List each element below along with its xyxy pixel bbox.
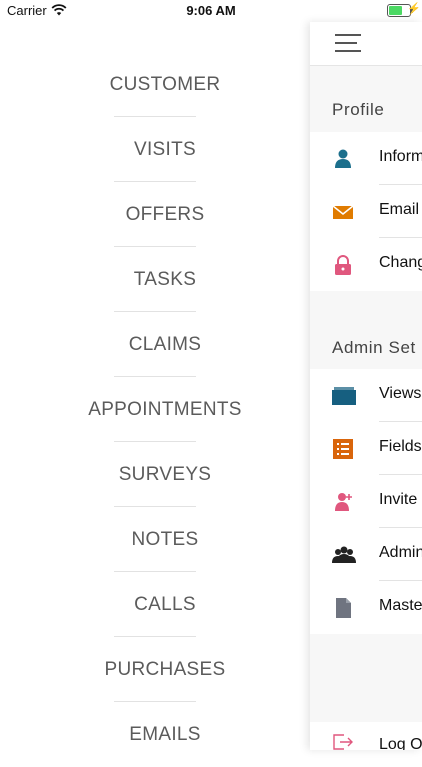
folder-icon — [332, 385, 356, 407]
menu-item-visits[interactable]: VISITS — [0, 117, 330, 182]
profile-email-row[interactable]: Email — [310, 185, 422, 238]
menu-item-notes[interactable]: NOTES — [0, 507, 330, 572]
users-icon — [332, 544, 356, 566]
master-data-label: Maste — [379, 597, 422, 614]
panel-header — [310, 22, 422, 66]
menu-item-tasks[interactable]: TASKS — [0, 247, 330, 312]
profile-section-title: Profile — [332, 100, 385, 119]
logout-label: Log O — [379, 736, 422, 750]
settings-panel: Profile Inform Email Chang Admin Set Vie… — [310, 22, 422, 750]
logout-row[interactable]: Log O — [310, 722, 422, 750]
fields-row[interactable]: Fields — [310, 422, 422, 475]
person-icon — [332, 148, 354, 170]
admins-row[interactable]: Admin — [310, 528, 422, 581]
lock-icon — [332, 254, 354, 276]
logout-icon — [332, 734, 354, 750]
views-label: Views — [379, 385, 422, 402]
views-row[interactable]: Views — [310, 369, 422, 422]
invite-row[interactable]: Invite — [310, 475, 422, 528]
profile-email-label: Email — [379, 201, 420, 218]
menu-item-customer[interactable]: CUSTOMER — [0, 52, 330, 117]
profile-info-row[interactable]: Inform — [310, 132, 422, 185]
fields-label: Fields — [379, 438, 422, 455]
menu-item-offers[interactable]: OFFERS — [0, 182, 330, 247]
document-icon — [332, 597, 354, 619]
menu-item-purchases[interactable]: PURCHASES — [0, 637, 330, 702]
admin-section-title: Admin Set — [332, 338, 416, 357]
hamburger-menu-icon[interactable] — [335, 34, 361, 54]
invite-label: Invite — [379, 491, 418, 508]
envelope-icon — [332, 201, 354, 223]
menu-item-appointments[interactable]: APPOINTMENTS — [0, 377, 330, 442]
master-data-row[interactable]: Maste — [310, 581, 422, 634]
profile-info-label: Inform — [379, 148, 422, 165]
clock: 9:06 AM — [186, 3, 236, 18]
list-icon — [332, 438, 354, 460]
menu-item-calls[interactable]: CALLS — [0, 572, 330, 637]
change-password-row[interactable]: Chang — [310, 238, 422, 291]
menu-item-claims[interactable]: CLAIMS — [0, 312, 330, 377]
menu-item-emails[interactable]: EMAILS — [0, 702, 330, 767]
status-bar: Carrier 9:06 AM ⚡ — [0, 0, 422, 22]
add-user-icon — [332, 491, 354, 513]
menu-item-surveys[interactable]: SURVEYS — [0, 442, 330, 507]
change-password-label: Chang — [379, 254, 422, 271]
charging-icon: ⚡ — [407, 3, 421, 15]
admins-label: Admin — [379, 544, 422, 561]
